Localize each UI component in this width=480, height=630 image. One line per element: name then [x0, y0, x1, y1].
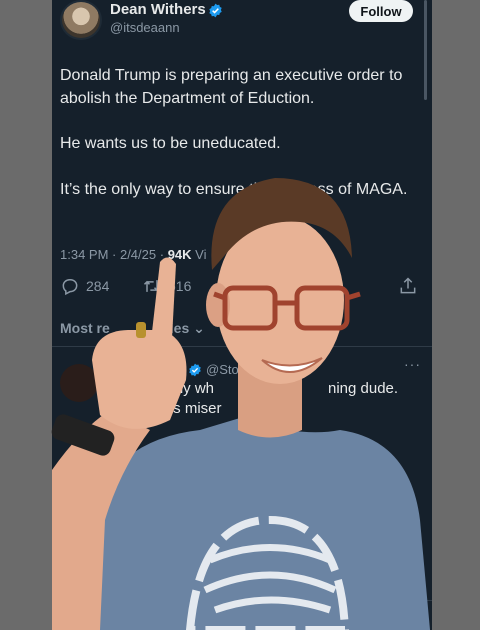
notification-dot: [88, 604, 94, 610]
author-name[interactable]: Dean Withers: [110, 1, 206, 18]
follow-button[interactable]: Follow: [349, 0, 413, 22]
repost-count: 616: [168, 278, 192, 294]
tweet-timestamp[interactable]: 1:34 PM · 2/4/25 ·: [60, 247, 164, 262]
reply-icon: [62, 279, 78, 296]
reply-side-text: Si: [110, 436, 123, 452]
reply-text-start: exactly wh: [144, 380, 215, 397]
repost-icon: [143, 280, 161, 292]
tweet-screen: Dean Withers @itsdeaann Follow Donald Tr…: [52, 0, 432, 630]
repost-action[interactable]: 616: [142, 276, 191, 296]
tweet-paragraph-3: It’s the only way to ensure the success …: [60, 181, 408, 198]
author-avatar[interactable]: [60, 0, 102, 40]
chevron-down-icon: ⌄: [193, 320, 205, 336]
bottom-nav: [52, 600, 432, 630]
tweet-paragraph-1: Donald Trump is preparing an executive o…: [60, 67, 403, 107]
share-action[interactable]: [398, 276, 424, 296]
reply-text-end: ning dude.: [328, 380, 399, 397]
reply-text-line2: OE is miser: [144, 400, 222, 417]
tweet-paragraph-2: He wants us to be uneducated.: [60, 135, 281, 152]
verified-badge-icon: [189, 363, 201, 377]
reply-action[interactable]: 284: [60, 276, 109, 296]
scrollbar[interactable]: [424, 0, 427, 100]
view-label: Vi: [195, 247, 207, 262]
reply-avatar[interactable]: [60, 364, 98, 402]
video-frame: Dean Withers @itsdeaann Follow Donald Tr…: [0, 0, 480, 630]
verified-badge-icon: [209, 3, 222, 18]
author-handle[interactable]: @itsdeaann: [110, 20, 180, 35]
right-letterbox: [432, 0, 480, 630]
reply-sort-selector[interactable]: Most re ies ⌄: [60, 320, 205, 337]
post-reply-placeholder[interactable]: Post: [110, 562, 138, 578]
tweet-actions: 284 616: [52, 276, 432, 302]
tweet-meta: 1:34 PM · 2/4/25 · 94K Vi: [60, 247, 207, 262]
left-letterbox: [0, 0, 52, 630]
reply-count: 284: [86, 278, 110, 294]
more-icon[interactable]: ···: [404, 356, 421, 372]
view-count: 94K: [167, 247, 192, 262]
share-icon: [400, 277, 416, 294]
reply-handle[interactable]: @Sto: [206, 362, 239, 377]
divider: [52, 346, 432, 347]
